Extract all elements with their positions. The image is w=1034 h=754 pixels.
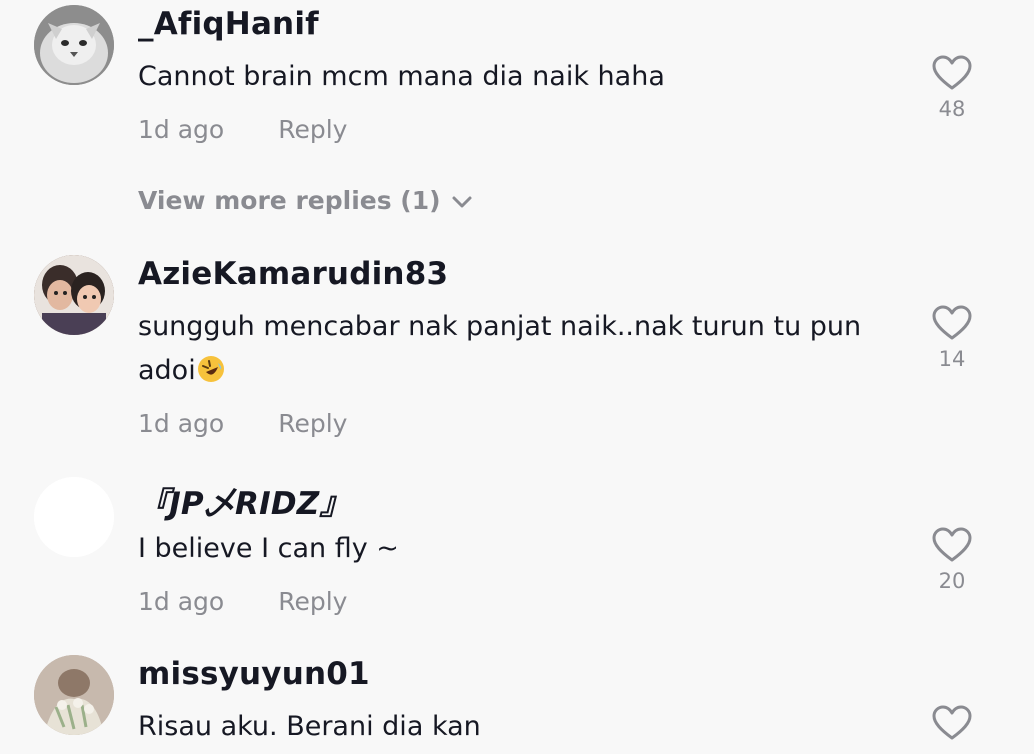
reply-button[interactable]: Reply [278,409,347,438]
comment-meta: 1d ago Reply [138,409,347,438]
like-control: 48 [926,55,978,121]
avatar[interactable] [34,255,114,335]
like-control: 14 [926,305,978,371]
cat-avatar-image [34,5,114,85]
heart-outline-icon[interactable] [932,55,972,91]
like-control [926,705,978,741]
comment-text: sungguh mencabar nak panjat naik..nak tu… [138,305,898,393]
comment-time: 1d ago [138,587,225,616]
photo-avatar-image [34,655,114,735]
comment-username[interactable]: 『JP乄RIDZ』 [138,478,351,523]
comment-text: Risau aku. Berani dia kan [138,711,481,742]
like-count: 20 [938,569,966,593]
comment-time: 1d ago [138,115,225,144]
blank-avatar-image [34,477,114,557]
like-count: 48 [938,97,966,121]
comment-meta: 1d ago Reply [138,587,347,616]
comment-username[interactable]: AzieKamarudin83 [138,256,448,292]
comment-text-content: sungguh mencabar nak panjat naik..nak tu… [138,311,862,386]
avatar[interactable] [34,5,114,85]
comment-meta: 1d ago Reply [138,115,347,144]
like-count: 14 [938,347,966,371]
comment-username[interactable]: _AfiqHanif [138,6,319,42]
comment-time: 1d ago [138,409,225,438]
heart-outline-icon[interactable] [932,527,972,563]
avatar[interactable] [34,477,114,557]
comment-list: _AfiqHanif Cannot brain mcm mana dia nai… [0,0,1034,754]
chevron-down-icon [452,196,472,208]
heart-outline-icon[interactable] [932,705,972,741]
comment-text: I believe I can fly ~ [138,533,399,564]
view-more-replies-label: View more replies (1) [138,186,441,215]
heart-outline-icon[interactable] [932,305,972,341]
view-more-replies-button[interactable]: View more replies (1) [138,186,473,215]
avatar[interactable] [34,655,114,735]
comment-username[interactable]: missyuyun01 [138,656,370,692]
rolling-laughing-emoji-icon [197,356,224,382]
comment-text: Cannot brain mcm mana dia naik haha [138,61,665,92]
reply-button[interactable]: Reply [278,115,347,144]
photo-avatar-image [34,255,114,335]
reply-button[interactable]: Reply [278,587,347,616]
like-control: 20 [926,527,978,593]
